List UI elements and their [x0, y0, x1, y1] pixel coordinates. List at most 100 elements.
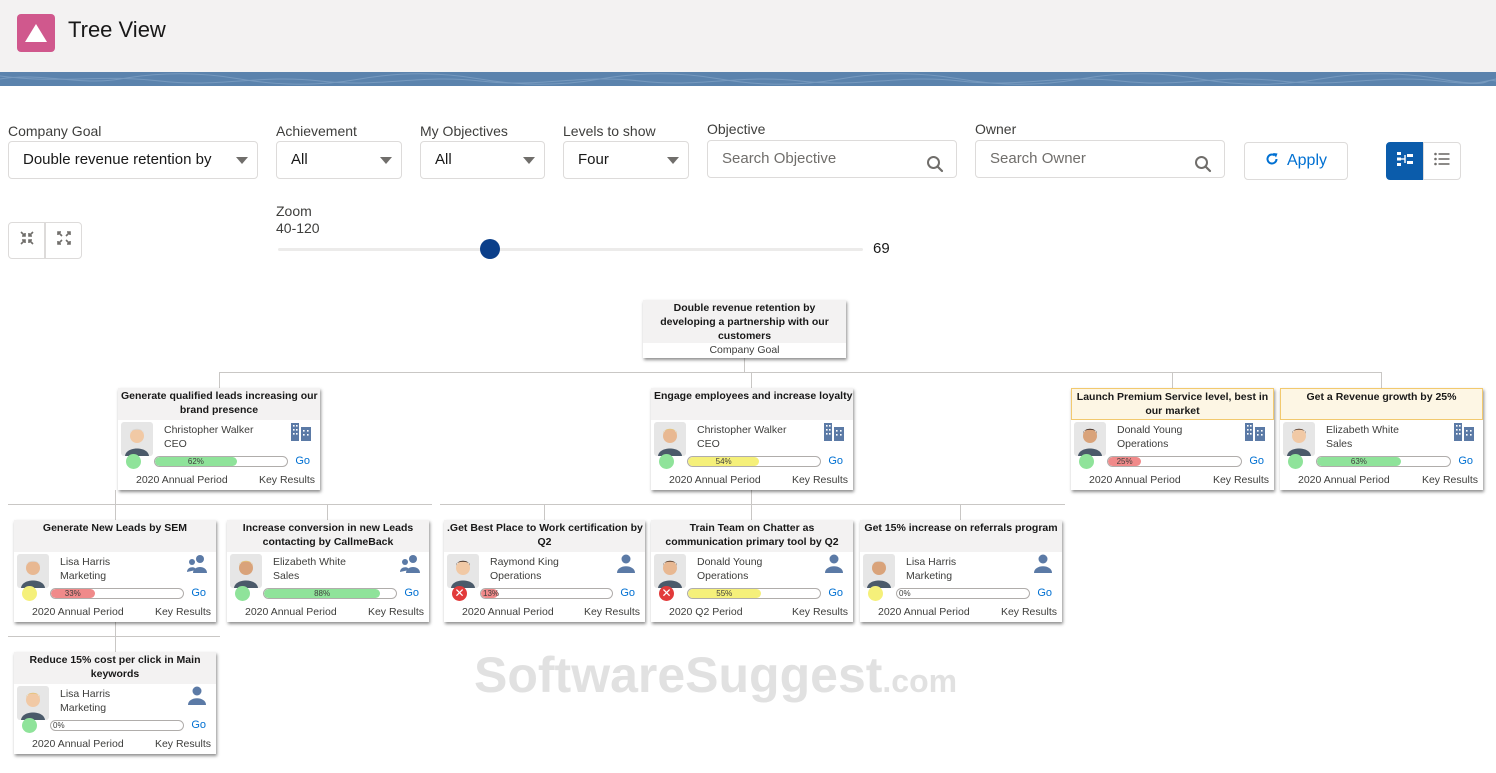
progress-row: 0% Go — [14, 718, 216, 734]
objective-placeholder: Search Objective — [722, 150, 837, 167]
key-results-link[interactable]: Key Results — [1001, 606, 1057, 618]
period-label: 2020 Annual Period — [136, 474, 228, 486]
apply-button[interactable]: Apply — [1244, 142, 1348, 180]
levels-value: Four — [578, 151, 609, 168]
objective-card[interactable]: Launch Premium Service level, best in our… — [1071, 388, 1274, 490]
company-goal-label: Company Goal — [8, 123, 102, 139]
key-results-link[interactable]: Key Results — [792, 474, 848, 486]
zoom-slider-handle[interactable] — [480, 239, 501, 259]
key-results-link[interactable]: Key Results — [792, 606, 848, 618]
go-link[interactable]: Go — [191, 719, 206, 731]
avatar — [1283, 422, 1315, 456]
avatar — [121, 422, 153, 456]
zoom-slider-track[interactable] — [278, 248, 863, 251]
key-results-link[interactable]: Key Results — [1422, 474, 1478, 486]
achievement-select[interactable]: All — [276, 141, 402, 179]
objective-card[interactable]: Get a Revenue growth by 25% Elizabeth Whi… — [1280, 388, 1483, 490]
collapse-all-button[interactable] — [8, 222, 45, 259]
objective-card[interactable]: Get 15% increase on referrals program Lis… — [860, 520, 1062, 622]
go-link[interactable]: Go — [1037, 587, 1052, 599]
period-label: 2020 Annual Period — [1298, 474, 1390, 486]
period-label: 2020 Q2 Period — [669, 606, 743, 618]
objective-card[interactable]: Generate New Leads by SEM Lisa Harris Mark… — [14, 520, 216, 622]
objective-card[interactable]: Engage employees and increase loyalty Chr… — [651, 388, 853, 490]
go-link[interactable]: Go — [404, 587, 419, 599]
objective-title-line: Reduce 15% cost per click in Main — [29, 654, 201, 666]
list-view-button[interactable] — [1423, 142, 1461, 180]
go-link[interactable]: Go — [295, 455, 310, 467]
progress-bar: 0% — [50, 720, 184, 731]
key-results-link[interactable]: Key Results — [155, 606, 211, 618]
owner-row: Elizabeth White Sales — [227, 554, 429, 590]
zoom-value: 69 — [873, 240, 890, 257]
page-title: Tree View — [68, 17, 166, 42]
owner-name: Donald Young — [697, 556, 763, 568]
key-results-link[interactable]: Key Results — [155, 738, 211, 750]
chevron-down-icon — [523, 157, 535, 164]
objective-title: Launch Premium Service level, best in our… — [1071, 388, 1274, 420]
key-results-link[interactable]: Key Results — [1213, 474, 1269, 486]
key-results-link[interactable]: Key Results — [368, 606, 424, 618]
progress-text: 25% — [1116, 457, 1133, 466]
owner-name: Raymond King — [490, 556, 559, 568]
owner-role: Marketing — [60, 570, 107, 582]
app-header: Tree View — [0, 0, 1496, 72]
go-link[interactable]: Go — [828, 455, 843, 467]
key-results-link[interactable]: Key Results — [259, 474, 315, 486]
my-objectives-select[interactable]: All — [420, 141, 545, 179]
progress-bar: 88% — [263, 588, 397, 599]
owner-search-input[interactable]: Search Owner — [975, 140, 1225, 178]
search-icon[interactable] — [926, 151, 944, 187]
objective-title: Train Team on Chatter as communication pr… — [651, 520, 853, 552]
owner-row: Christopher Walker CEO — [118, 422, 320, 458]
progress-bar: 0% — [896, 588, 1030, 599]
progress-text: 62% — [187, 457, 204, 466]
person-icon — [186, 686, 208, 709]
objective-title: Get a Revenue growth by 25% — [1280, 388, 1483, 420]
go-link[interactable]: Go — [620, 587, 635, 599]
owner-name: Donald Young — [1117, 424, 1183, 436]
owner-role: Operations — [490, 570, 542, 582]
objective-title-line: Increase conversion in new Leads — [242, 522, 414, 534]
root-goal-card[interactable]: Double revenue retention by developing a… — [643, 300, 846, 358]
progress-text: 63% — [1350, 457, 1367, 466]
avatar — [654, 422, 686, 456]
go-link[interactable]: Go — [1249, 455, 1264, 467]
progress-row: 88% Go — [227, 586, 429, 602]
search-icon[interactable] — [1194, 151, 1212, 187]
status-green-icon — [1079, 454, 1094, 469]
progress-text: 0% — [53, 721, 65, 730]
root-goal-subtitle: Company Goal — [709, 344, 780, 356]
objective-search-input[interactable]: Search Objective — [707, 140, 957, 178]
objective-title-line: Train Team on Chatter as — [689, 522, 815, 534]
go-link[interactable]: Go — [828, 587, 843, 599]
owner-role: CEO — [697, 438, 720, 450]
status-green-icon — [126, 454, 141, 469]
zoom-title: Zoom — [276, 203, 312, 219]
go-link[interactable]: Go — [1458, 455, 1473, 467]
tree-view-button[interactable] — [1386, 142, 1424, 180]
objective-card[interactable]: .Get Best Place to Work certification by… — [444, 520, 645, 622]
objective-card[interactable]: Increase conversion in new Leads contacti… — [227, 520, 429, 622]
objective-title: .Get Best Place to Work certification by… — [444, 520, 645, 552]
card-footer: 2020 Annual Period Key Results — [1280, 474, 1483, 487]
key-results-link[interactable]: Key Results — [584, 606, 640, 618]
owner-row: Christopher Walker CEO — [651, 422, 853, 458]
objective-card[interactable]: Train Team on Chatter as communication pr… — [651, 520, 853, 622]
objective-card[interactable]: Generate qualified leads increasing our b… — [118, 388, 320, 490]
go-link[interactable]: Go — [191, 587, 206, 599]
objective-card[interactable]: Reduce 15% cost per click in Main keyword… — [14, 652, 216, 754]
progress-row: 25% Go — [1071, 454, 1274, 470]
progress-bar: 33% — [50, 588, 184, 599]
progress-text: 13% — [483, 589, 500, 598]
progress-bar: 62% — [154, 456, 288, 467]
avatar — [17, 686, 49, 720]
objective-title: Increase conversion in new Leads contacti… — [227, 520, 429, 552]
owner-row: Elizabeth White Sales — [1280, 422, 1483, 458]
my-objectives-label: My Objectives — [420, 123, 508, 139]
company-goal-select[interactable]: Double revenue retention by — [8, 141, 258, 179]
expand-all-button[interactable] — [45, 222, 82, 259]
owner-name: Christopher Walker — [164, 424, 254, 436]
objective-title-line: our market — [1145, 405, 1200, 417]
levels-select[interactable]: Four — [563, 141, 689, 179]
